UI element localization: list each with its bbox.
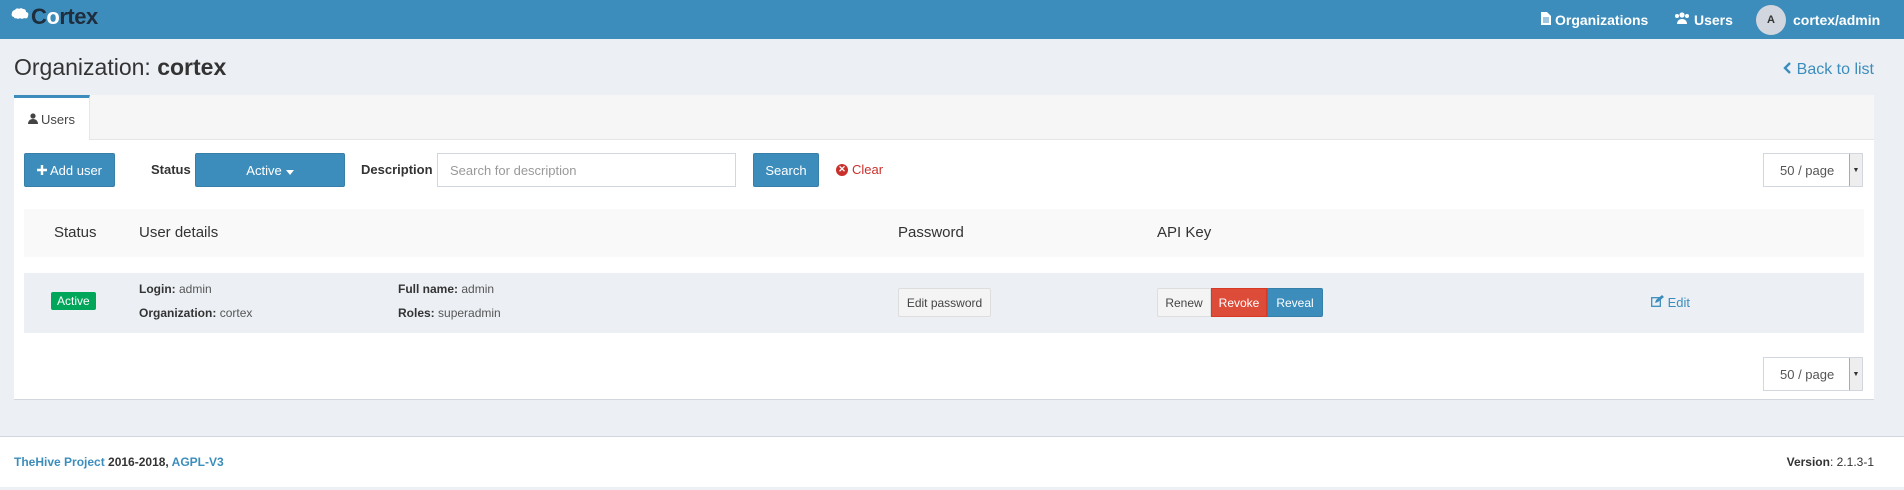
reveal-api-key-button[interactable]: Reveal xyxy=(1267,288,1323,317)
caret-down-icon xyxy=(285,163,294,178)
roles-value: superadmin xyxy=(438,306,501,320)
thehive-project-link[interactable]: TheHive Project xyxy=(14,455,105,469)
times-circle-icon: ✕ xyxy=(836,163,848,176)
nav-users-label: Users xyxy=(1694,11,1733,28)
page-title-org: cortex xyxy=(157,54,227,80)
table-header: Status User details Password API Key xyxy=(24,209,1864,257)
chevron-left-icon xyxy=(1783,61,1796,78)
revoke-api-key-button[interactable]: Revoke xyxy=(1211,288,1267,317)
status-filter-label: Status xyxy=(151,162,191,177)
version-value: : 2.1.3-1 xyxy=(1829,455,1874,469)
add-user-label: Add user xyxy=(49,162,103,178)
login-value: admin xyxy=(179,282,212,296)
reveal-label: Reveal xyxy=(1276,295,1314,310)
fullname-value: admin xyxy=(461,282,495,296)
user-icon xyxy=(28,112,39,127)
file-icon xyxy=(1541,11,1551,28)
page-title: Organization: cortex xyxy=(14,54,226,81)
login-label: Login: xyxy=(139,282,176,296)
fullname-label: Full name: xyxy=(398,282,459,296)
organization-label: Organization: xyxy=(139,306,217,320)
nav-organizations-label: Organizations xyxy=(1555,11,1649,28)
user-fullname: Full name: admin xyxy=(398,282,494,296)
footer-years: 2016-2018, xyxy=(104,455,172,469)
header-password: Password xyxy=(898,224,964,241)
add-user-button[interactable]: Add user xyxy=(24,153,115,187)
top-navbar: Co rtex Organizations Users A cortex/admi… xyxy=(0,0,1904,39)
user-menu[interactable]: A cortex/admin xyxy=(1756,0,1880,39)
revoke-label: Revoke xyxy=(1218,295,1260,310)
nav-organizations[interactable]: Organizations xyxy=(1541,0,1648,39)
nav-users[interactable]: Users xyxy=(1674,0,1733,39)
cortex-logo[interactable]: Co rtex xyxy=(10,4,98,30)
renew-api-key-button[interactable]: Renew xyxy=(1157,288,1211,317)
page-title-prefix: Organization: xyxy=(14,54,158,80)
header-user-details: User details xyxy=(139,224,219,241)
footer-copyright: TheHive Project 2016-2018, AGPL-V3 xyxy=(14,455,224,469)
license-link[interactable]: AGPL-V3 xyxy=(172,455,224,469)
page-size-select-bottom[interactable]: 50 / page ▼ xyxy=(1763,357,1863,391)
user-organization: Organization: cortex xyxy=(139,306,252,320)
users-icon xyxy=(1674,12,1690,27)
tab-users-label: Users xyxy=(41,111,75,127)
logo-o: o xyxy=(46,4,60,29)
back-to-list-label: Back to list xyxy=(1796,61,1874,78)
user-roles: Roles: superadmin xyxy=(398,306,501,320)
status-dropdown[interactable]: Active xyxy=(195,153,345,187)
caret-down-icon: ▼ xyxy=(1849,358,1862,390)
edit-label: Edit xyxy=(1667,295,1690,310)
header-status: Status xyxy=(54,224,97,241)
user-login: Login: admin xyxy=(139,282,212,296)
brain-icon xyxy=(10,7,30,28)
page-size-select-top[interactable]: 50 / page ▼ xyxy=(1763,153,1863,187)
renew-label: Renew xyxy=(1165,295,1203,310)
footer: TheHive Project 2016-2018, AGPL-V3 Versi… xyxy=(0,436,1904,487)
description-search-input[interactable] xyxy=(437,153,736,187)
tab-strip: Users xyxy=(14,95,1874,140)
search-button-label: Search xyxy=(765,162,807,178)
plus-icon xyxy=(36,163,47,178)
logo-c: C xyxy=(31,4,47,29)
footer-version: Version: 2.1.3-1 xyxy=(1787,455,1874,469)
edit-password-button[interactable]: Edit password xyxy=(898,288,991,317)
edit-user-link[interactable]: Edit xyxy=(1650,295,1690,310)
clear-filter-link[interactable]: ✕ Clear xyxy=(836,162,883,177)
status-badge: Active xyxy=(51,292,96,310)
status-dropdown-value: Active xyxy=(246,162,282,178)
roles-label: Roles: xyxy=(398,306,435,320)
search-button[interactable]: Search xyxy=(753,153,819,187)
edit-password-label: Edit password xyxy=(906,295,983,310)
header-api-key: API Key xyxy=(1157,224,1212,241)
page-size-value: 50 / page xyxy=(1780,162,1835,178)
back-to-list-link[interactable]: Back to list xyxy=(1783,61,1874,79)
logo-rest: rtex xyxy=(59,4,98,29)
table-row: Active Login: admin Organization: cortex… xyxy=(24,273,1864,333)
avatar: A xyxy=(1756,4,1786,35)
version-label: Version xyxy=(1786,455,1830,469)
page-size-value-bottom: 50 / page xyxy=(1780,366,1835,382)
edit-icon xyxy=(1650,295,1664,310)
clear-label: Clear xyxy=(852,162,884,177)
caret-down-icon: ▼ xyxy=(1849,154,1862,186)
users-panel: Users Add user Status Active Description… xyxy=(14,95,1874,400)
user-name: cortex/admin xyxy=(1793,11,1881,28)
tab-users[interactable]: Users xyxy=(14,95,90,140)
organization-value: cortex xyxy=(219,306,253,320)
description-filter-label: Description xyxy=(361,162,433,177)
